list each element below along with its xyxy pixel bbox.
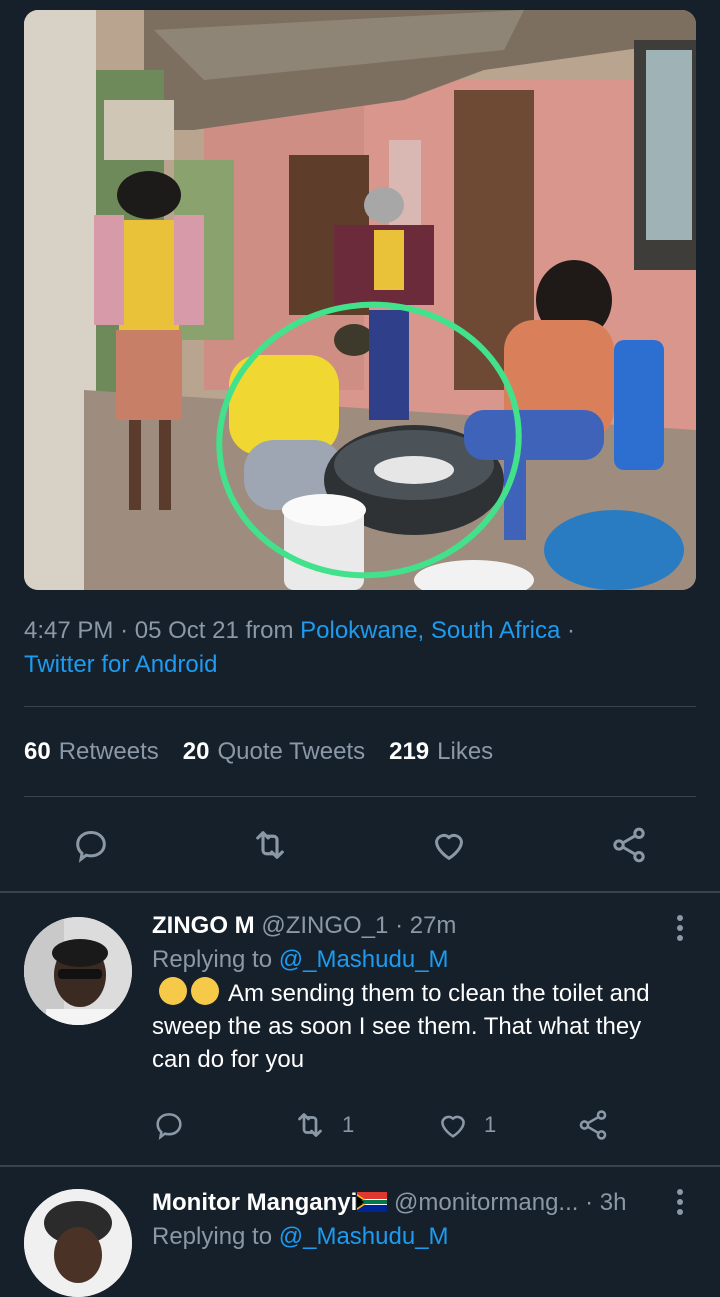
more-options-icon[interactable] (670, 913, 690, 943)
retweet-icon (256, 831, 284, 859)
reply-button[interactable] (152, 1105, 186, 1145)
reply-header: Monitor Manganyi @monitormang... · 3h (152, 1186, 660, 1220)
reply-icon (156, 1113, 182, 1141)
author-handle[interactable]: @ZINGO_1 (261, 912, 388, 939)
share-icon (579, 1110, 607, 1140)
tweet-time: 4:47 PM (24, 617, 114, 644)
author-name[interactable]: Monitor Manganyi (152, 1189, 357, 1216)
author-handle[interactable]: @monitormang... (394, 1189, 578, 1216)
likes-stat[interactable]: 219 Likes (389, 738, 493, 766)
source-link[interactable]: Twitter for Android (24, 651, 217, 678)
divider (24, 796, 696, 797)
retweet-count: 1 (342, 1112, 355, 1137)
share-button[interactable] (604, 820, 654, 870)
meta-separator: · (585, 1189, 594, 1216)
share-button[interactable] (576, 1105, 610, 1145)
reply-action-bar: 1 1 (152, 1105, 632, 1145)
reply-button[interactable] (66, 820, 116, 870)
south-africa-flag-icon (357, 1192, 388, 1212)
quote-tweets-stat[interactable]: 20 Quote Tweets (183, 738, 365, 766)
replying-to: Replying to @_Mashudu_M (152, 946, 449, 973)
like-count: 1 (484, 1112, 497, 1137)
reply-tweet[interactable]: ZINGO M @ZINGO_1 · 27m Replying to @_Mas… (0, 893, 720, 1165)
replying-to-handle[interactable]: @_Mashudu_M (279, 1223, 449, 1250)
retweets-stat[interactable]: 60 Retweets (24, 738, 159, 766)
replying-to: Replying to @_Mashudu_M (152, 1223, 449, 1250)
location-link[interactable]: Polokwane, South Africa (300, 617, 560, 644)
reply-tweet[interactable]: Monitor Manganyi @monitormang... · 3h Re… (0, 1167, 720, 1297)
divider (24, 706, 696, 707)
laughing-emoji-icon (190, 977, 219, 1005)
retweet-button[interactable]: 1 (292, 1105, 354, 1145)
tweet-photo[interactable] (24, 10, 696, 590)
author-name[interactable]: ZINGO M (152, 912, 255, 939)
retweet-button[interactable] (245, 820, 295, 870)
reply-header: ZINGO M @ZINGO_1 · 27m (152, 909, 660, 943)
meta-separator: · (395, 912, 404, 939)
from-word: from (245, 617, 294, 644)
laughing-emoji-icon (158, 977, 187, 1005)
like-button[interactable] (424, 820, 474, 870)
tweet-date: 05 Oct 21 (134, 617, 239, 644)
reply-text: 😂😂 Am sending them to clean the toilet a… (152, 977, 660, 1076)
avatar[interactable] (24, 1189, 132, 1297)
heart-icon (434, 833, 464, 861)
like-button[interactable]: 1 (436, 1105, 496, 1145)
tweet-stats: 60 Retweets 20 Quote Tweets 219 Likes (24, 734, 493, 770)
meta-separator: · (120, 617, 129, 644)
reply-time: 3h (599, 1189, 627, 1216)
tweet-action-bar (0, 820, 720, 870)
tweet-meta: 4:47 PM · 05 Oct 21 from Polokwane, Sout… (24, 614, 684, 682)
heart-icon (441, 1115, 465, 1138)
more-options-icon[interactable] (670, 1187, 690, 1217)
retweet-icon (298, 1113, 322, 1137)
reply-time: 27m (409, 912, 457, 939)
meta-separator-2: · (566, 617, 575, 644)
share-icon (613, 827, 645, 863)
avatar[interactable] (24, 917, 132, 1025)
reply-icon (76, 830, 106, 863)
replying-to-handle[interactable]: @_Mashudu_M (279, 946, 449, 973)
